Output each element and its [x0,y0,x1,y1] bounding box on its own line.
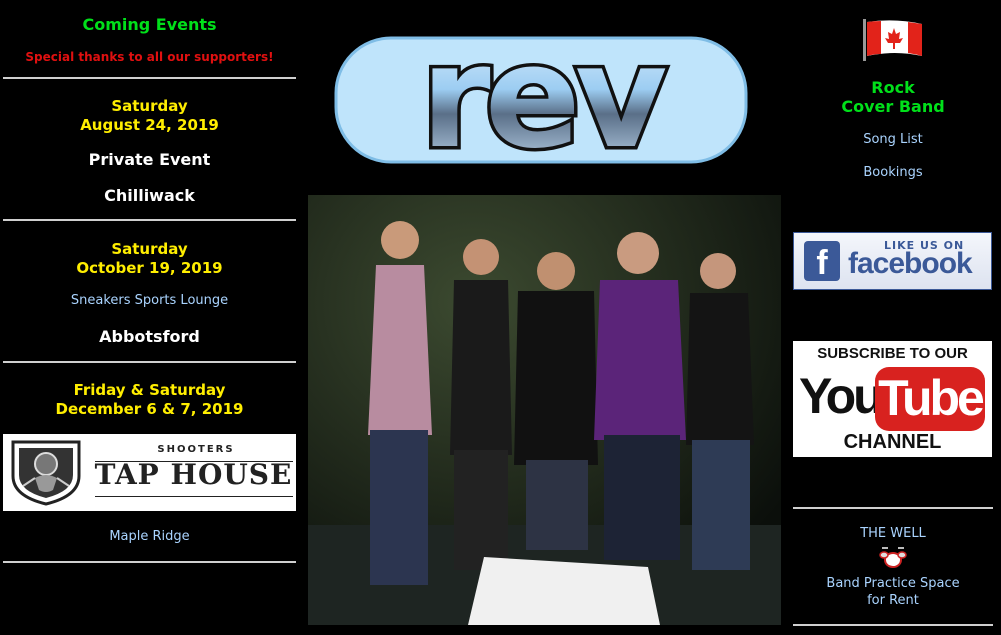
facebook-wordmark: facebook [848,247,973,280]
rev-band-logo: rev [330,12,752,184]
canada-flag-icon [863,19,922,61]
band-practice-line1: Band Practice Space [826,576,960,591]
tagline-line1: Rock [871,78,915,97]
tagline-line2: Cover Band [841,97,945,116]
band-member-1 [368,221,432,585]
facebook-like-banner[interactable]: f LIKE US ON facebook [793,232,992,290]
event2-date: Saturday October 19, 2019 [3,240,296,278]
band-practice-line2: for Rent [867,593,919,608]
event2-location: Abbotsford [99,327,200,346]
bookings-link[interactable]: Bookings [793,165,993,180]
tap-house-logo-link[interactable]: SHOOTERS TAP HOUSE [3,434,296,511]
band-member-5 [686,253,754,570]
facebook-icon: f [804,241,840,282]
event1-fulldate: August 24, 2019 [80,116,219,134]
event3-day: Friday & Saturday [73,381,226,399]
event2-fulldate: October 19, 2019 [76,259,223,277]
event2-day: Saturday [111,240,188,258]
band-photo [308,195,781,625]
youtube-channel-text: CHANNEL [843,431,942,453]
divider [3,361,296,363]
event1-location: Chilliwack [104,186,195,205]
divider [793,624,993,626]
event1-day: Saturday [111,97,188,115]
tagline: Rock Cover Band [793,78,993,116]
the-well-link[interactable]: THE WELL [793,526,993,541]
divider [3,219,296,221]
youtube-you-text: You [799,368,884,424]
event1-name: Private Event [88,150,211,169]
divider [793,507,993,509]
supporters-thanks: Special thanks to all our supporters! [25,50,274,64]
youtube-tube-icon: Tube [875,367,985,431]
song-list-link[interactable]: Song List [793,132,993,147]
band-member-2 [450,239,512,570]
youtube-subscribe-text: SUBSCRIBE TO OUR [817,345,968,362]
event2-venue-link[interactable]: Sneakers Sports Lounge [3,293,296,308]
coming-events-heading: Coming Events [82,15,217,34]
event3-location-link[interactable]: Maple Ridge [3,529,296,544]
divider [3,561,296,563]
youtube-subscribe-banner[interactable]: SUBSCRIBE TO OUR You Tube CHANNEL [793,341,992,457]
divider [95,496,293,497]
band-member-4 [594,232,686,560]
divider [3,77,296,79]
event1-date: Saturday August 24, 2019 [3,97,296,135]
drum-kit-icon [879,547,907,568]
tap-house-shooters-text: SHOOTERS [157,444,235,455]
band-practice-link[interactable]: Band Practice Space for Rent [793,575,993,609]
tap-house-shield-icon [11,440,81,506]
event3-date: Friday & Saturday December 6 & 7, 2019 [3,381,296,419]
event3-fulldate: December 6 & 7, 2019 [55,400,244,418]
band-member-3 [514,252,598,550]
tap-house-name-text: TAP HOUSE [94,458,293,491]
stage-monitor [468,557,660,625]
logo-text: rev [421,28,666,168]
